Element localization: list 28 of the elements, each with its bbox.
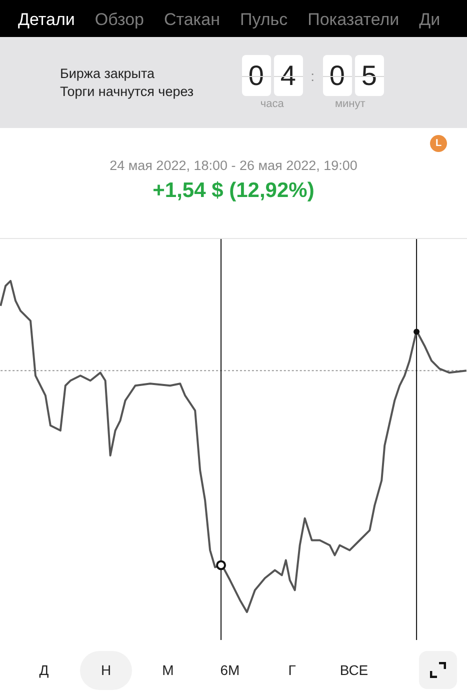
end-point-marker[interactable] [414,328,420,335]
period-button[interactable]: Н [80,650,132,690]
range-marker-line[interactable] [220,238,222,640]
status-text: Биржа закрыта [60,64,156,82]
timer-digit: 0 [322,55,352,96]
status-text: Торги начнутся через [60,82,194,100]
badge: L [430,135,447,152]
fullscreen-button[interactable] [419,651,457,689]
period-button[interactable]: 6М [204,650,256,690]
price-change: +1,54 $ (12,92%) [152,179,314,203]
minutes-label: минут [334,98,366,110]
period-button[interactable]: М [142,650,194,690]
tab[interactable]: Обзор [84,0,154,37]
timer-digit: 5 [354,55,384,96]
period-button[interactable]: Г [266,650,318,690]
tab[interactable]: Пульс [230,0,298,37]
period-button[interactable]: ВСЕ [328,650,380,690]
expand-icon [430,662,446,678]
tab[interactable]: Показатели [298,0,410,37]
start-point-marker[interactable] [216,560,226,570]
hours-label: часа [259,98,285,110]
range-marker-line[interactable] [416,238,418,640]
timer-separator: : [310,68,316,84]
timer-digit: 0 [242,55,271,96]
tab[interactable]: Ди [409,0,450,37]
tab[interactable]: Стакан [154,0,230,37]
date-range: 24 мая 2022, 18:00 - 26 мая 2022, 19:00 [110,158,358,173]
period-button[interactable]: Д [18,650,70,690]
